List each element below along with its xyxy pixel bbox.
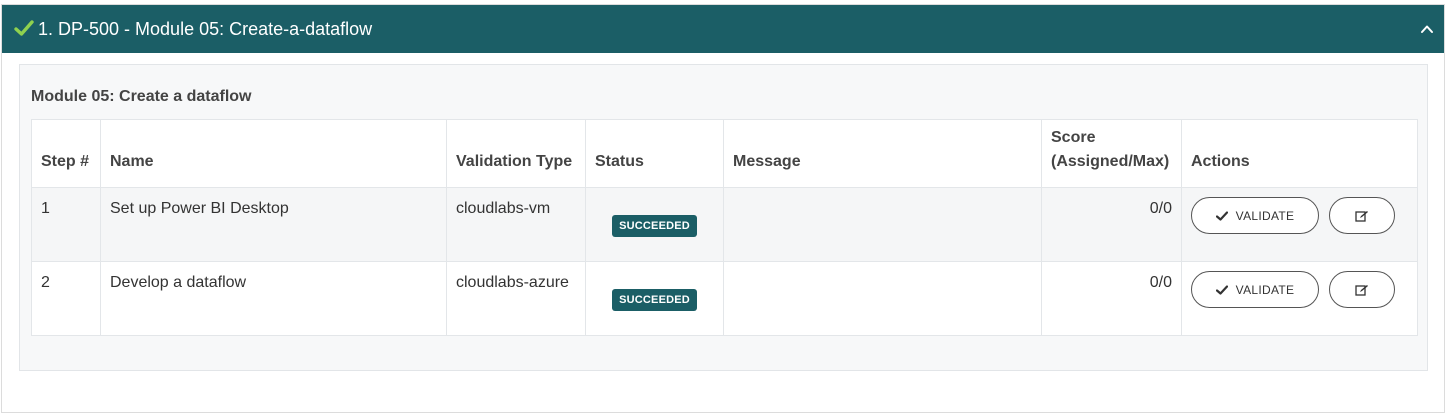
check-icon [14, 20, 34, 36]
cell-validation-type: cloudlabs-vm [446, 187, 586, 262]
steps-table: Step # Name Validation Type Status Messa… [31, 119, 1418, 336]
table-row: 1 Set up Power BI Desktop cloudlabs-vm S… [31, 187, 1418, 262]
status-badge: SUCCEEDED [612, 289, 697, 311]
check-icon [1215, 210, 1228, 221]
cell-status: SUCCEEDED [585, 261, 724, 336]
accordion-title: 1. DP-500 - Module 05: Create-a-dataflow [38, 19, 373, 39]
header-score-line2: (Assigned/Max) [1051, 153, 1170, 170]
header-status: Status [585, 119, 724, 188]
check-icon [1215, 284, 1228, 295]
header-actions: Actions [1181, 119, 1418, 188]
chevron-up-icon[interactable] [1420, 22, 1434, 36]
cell-step: 2 [31, 261, 101, 336]
cell-step: 1 [31, 187, 101, 262]
edit-button[interactable] [1329, 271, 1395, 308]
table-header-row: Step # Name Validation Type Status Messa… [31, 119, 1418, 188]
cell-actions: VALIDATE [1181, 187, 1418, 262]
cell-message [723, 187, 1042, 262]
header-name: Name [100, 119, 447, 188]
cell-status: SUCCEEDED [585, 187, 724, 262]
header-score: Score (Assigned/Max) [1041, 119, 1182, 188]
table-row: 2 Develop a dataflow cloudlabs-azure SUC… [31, 261, 1418, 336]
header-message: Message [723, 119, 1042, 188]
cell-message [723, 261, 1042, 336]
validate-button[interactable]: VALIDATE [1191, 197, 1319, 234]
header-step: Step # [31, 119, 101, 188]
cell-validation-type: cloudlabs-azure [446, 261, 586, 336]
validate-button[interactable]: VALIDATE [1191, 271, 1319, 308]
accordion-header[interactable]: 1. DP-500 - Module 05: Create-a-dataflow [2, 5, 1444, 53]
module-title: Module 05: Create a dataflow [31, 88, 252, 105]
cell-name: Set up Power BI Desktop [100, 187, 447, 262]
edit-icon [1355, 284, 1368, 296]
module-panel: Module 05: Create a dataflow Step # Name… [19, 64, 1428, 371]
header-validation-type: Validation Type [446, 119, 586, 188]
cell-score: 0/0 [1041, 261, 1182, 336]
validate-label: VALIDATE [1235, 208, 1295, 223]
cell-score: 0/0 [1041, 187, 1182, 262]
validate-label: VALIDATE [1235, 282, 1295, 297]
cell-name: Develop a dataflow [100, 261, 447, 336]
module-accordion: 1. DP-500 - Module 05: Create-a-dataflow… [1, 4, 1445, 413]
cell-actions: VALIDATE [1181, 261, 1418, 336]
header-score-line1: Score [1051, 129, 1096, 146]
status-badge: SUCCEEDED [612, 215, 697, 237]
edit-icon [1355, 210, 1368, 222]
edit-button[interactable] [1329, 197, 1395, 234]
